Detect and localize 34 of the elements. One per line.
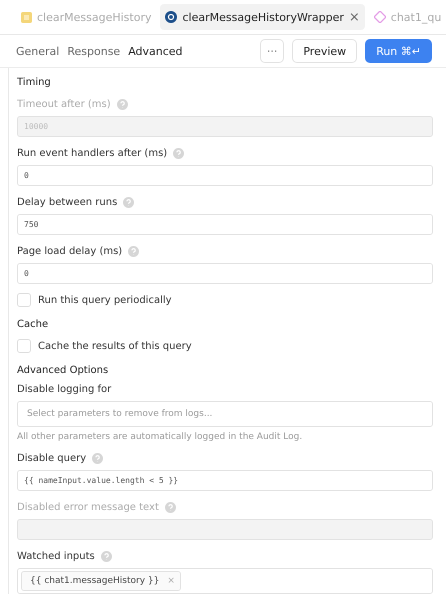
field-label: Watched inputs <box>17 550 95 562</box>
run-button[interactable]: Run ⌘↵ <box>365 39 432 63</box>
section-heading: Advanced Options <box>17 365 110 376</box>
checkbox[interactable] <box>17 339 31 353</box>
section-tab[interactable]: Advanced <box>128 44 183 58</box>
section-tab[interactable]: Response <box>67 44 120 58</box>
input-field[interactable]: 750 <box>17 214 433 235</box>
section-tab[interactable]: General <box>16 44 60 58</box>
checkbox[interactable] <box>17 293 31 307</box>
close-icon[interactable]: × <box>348 10 360 24</box>
query-tab[interactable]: clearMessageHistoryWrapper × <box>160 4 365 30</box>
field-label: Disabled error message text <box>17 502 159 512</box>
select-field[interactable]: Select parameters to remove from logs... <box>17 401 433 427</box>
input-field[interactable]: {{ nameInput.value.length < 5 }} <box>17 470 433 491</box>
tags-field[interactable]: {{ chat1.messageHistory }} × <box>17 568 433 594</box>
checkbox-label: Cache the results of this query <box>38 340 192 352</box>
field-label: Disable logging for <box>17 384 112 394</box>
field-label: Page load delay (ms) <box>17 246 122 256</box>
checkbox-label: Run this query periodically <box>38 294 172 306</box>
file-icon <box>21 12 32 22</box>
section-heading: Cache <box>17 319 50 330</box>
field-label: Timeout after (ms) <box>17 98 111 110</box>
field-label: Run event handlers after (ms) <box>17 148 168 158</box>
more-button[interactable]: ··· <box>260 39 284 63</box>
field-label: Delay between runs <box>17 196 118 208</box>
tag-chip[interactable]: {{ chat1.messageHistory }} × <box>21 571 181 591</box>
input-field[interactable]: 0 <box>17 263 433 284</box>
section-heading: Timing <box>17 77 52 88</box>
database-icon <box>165 11 178 23</box>
input-field[interactable]: 0 <box>17 165 433 186</box>
field-label: Disable query <box>17 452 86 464</box>
diamond-icon <box>374 11 386 23</box>
preview-button[interactable]: Preview <box>292 39 358 63</box>
hint-text: All other parameters are automatically logged in the Audit Log. <box>17 432 304 442</box>
